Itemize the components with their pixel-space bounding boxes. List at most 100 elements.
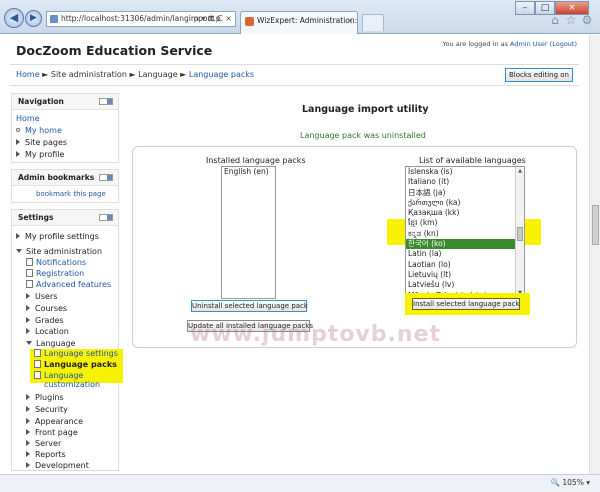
- nav-my-home[interactable]: My home: [16, 126, 62, 135]
- settings-my-profile[interactable]: My profile settings: [16, 232, 99, 241]
- available-language-option[interactable]: Laotian (lo): [406, 260, 524, 270]
- available-language-option[interactable]: ქართული (ka): [406, 198, 524, 208]
- tab-close-icon[interactable]: ×: [347, 12, 353, 30]
- settings-appearance[interactable]: Appearance: [26, 417, 83, 426]
- expand-arrow-icon: [26, 305, 30, 311]
- nav-home-link[interactable]: Home: [16, 114, 40, 123]
- available-language-option[interactable]: Lietuvių (lt): [406, 270, 524, 280]
- login-prefix: You are logged in as: [442, 40, 508, 48]
- settings-courses[interactable]: Courses: [26, 304, 67, 313]
- address-bar[interactable]: http://localhost:31306/admin/langimport.…: [46, 11, 236, 27]
- user-name-link[interactable]: Admin User: [510, 40, 548, 48]
- expand-arrow-icon: [26, 429, 30, 435]
- breadcrumb-separator: ►: [180, 70, 187, 79]
- page-scroll-thumb[interactable]: [592, 205, 599, 245]
- block-dock-icon[interactable]: [99, 174, 113, 181]
- available-language-option[interactable]: Қазақша (kk): [406, 208, 524, 218]
- settings-users[interactable]: Users: [26, 292, 57, 301]
- expand-arrow-icon: [16, 139, 20, 145]
- available-language-option[interactable]: Italiano (it): [406, 177, 524, 187]
- minimize-button[interactable]: –: [515, 1, 535, 15]
- settings-language[interactable]: Language: [26, 339, 75, 348]
- expand-arrow-icon: [16, 233, 20, 239]
- scroll-thumb[interactable]: [517, 227, 523, 241]
- settings-language-packs[interactable]: Language packs: [34, 360, 117, 369]
- logout-link[interactable]: (Logout): [550, 40, 577, 48]
- settings-language-customization[interactable]: Language customization: [34, 371, 100, 389]
- settings-location[interactable]: Location: [26, 327, 69, 336]
- settings-users-label: Users: [35, 292, 58, 301]
- document-icon: [26, 280, 33, 288]
- breadcrumb-site-admin[interactable]: Site administration: [51, 70, 127, 79]
- navigation-block-title: Navigation: [18, 97, 64, 106]
- address-tools[interactable]: ρ ▾ ⊠ C ×: [194, 12, 232, 26]
- page-icon: [50, 15, 58, 23]
- available-language-option[interactable]: Latviešu (lv): [406, 280, 524, 290]
- settings-block-header: Settings: [12, 210, 118, 226]
- breadcrumb-language[interactable]: Language: [138, 70, 177, 79]
- settings-development-label: Development: [35, 461, 89, 470]
- available-language-option[interactable]: ಕನ್ನಡ (kn): [406, 229, 524, 239]
- breadcrumb-current[interactable]: Language packs: [189, 70, 254, 79]
- settings-registration[interactable]: Registration: [26, 269, 84, 278]
- available-language-option[interactable]: ខ្មែរ (km): [406, 218, 524, 228]
- document-icon: [26, 258, 33, 266]
- settings-language-customization-label-1: Language: [44, 371, 84, 380]
- install-button[interactable]: Install selected language pack: [412, 298, 520, 310]
- navigation-block: Navigation Home My home Site pages My pr…: [11, 93, 119, 163]
- settings-site-admin[interactable]: Site administration: [16, 247, 102, 256]
- settings-front-page[interactable]: Front page: [26, 428, 78, 437]
- settings-language-settings[interactable]: Language settings: [34, 349, 118, 358]
- back-arrow-icon[interactable]: ◀: [4, 8, 24, 28]
- list-scrollbar[interactable]: ▲ ▼: [515, 167, 524, 298]
- settings-server[interactable]: Server: [26, 439, 61, 448]
- block-dock-icon[interactable]: [99, 98, 113, 105]
- settings-notifications-label: Notifications: [36, 258, 87, 267]
- block-dock-icon[interactable]: [99, 214, 113, 221]
- available-language-option[interactable]: Íslenska (is): [406, 167, 524, 177]
- installed-packs-label: Installed language packs: [206, 156, 306, 165]
- breadcrumb-separator: ►: [42, 70, 49, 79]
- uninstall-button[interactable]: Uninstall selected language pack: [191, 300, 308, 312]
- settings-security-label: Security: [35, 405, 68, 414]
- settings-courses-label: Courses: [35, 304, 68, 313]
- settings-security[interactable]: Security: [26, 405, 68, 414]
- bookmark-this-page-link[interactable]: bookmark this page: [36, 190, 106, 198]
- blocks-editing-button[interactable]: Blocks editing on: [504, 68, 573, 82]
- installed-pack-option[interactable]: English (en): [222, 167, 275, 177]
- installed-packs-options: English (en): [222, 167, 275, 177]
- favorites-star-icon[interactable]: ☆: [564, 13, 578, 27]
- navigation-block-header: Navigation: [12, 94, 118, 110]
- settings-notifications[interactable]: Notifications: [26, 258, 86, 267]
- available-language-option[interactable]: 한국어 (ko): [406, 239, 524, 250]
- scroll-up-icon[interactable]: ▲: [517, 168, 523, 175]
- settings-development[interactable]: Development: [26, 461, 89, 470]
- zoom-level[interactable]: 🔍 105% ▾: [551, 478, 590, 487]
- settings-advanced-features[interactable]: Advanced features: [26, 280, 111, 289]
- browser-tab[interactable]: WizExpert: Administration: ... ×: [240, 11, 358, 34]
- navbar: Home ► Site administration ► Language ► …: [10, 64, 579, 86]
- nav-site-pages[interactable]: Site pages: [16, 138, 67, 147]
- gear-icon[interactable]: ⚙: [580, 13, 594, 27]
- home-icon[interactable]: ⌂: [548, 13, 562, 27]
- admin-bookmarks-title: Admin bookmarks: [18, 173, 95, 182]
- installed-packs-list[interactable]: English (en): [221, 166, 276, 299]
- settings-grades-label: Grades: [35, 316, 64, 325]
- available-languages-list[interactable]: Íslenska (is) Italiano (it) 日本語 (ja) ქართულ…: [405, 166, 525, 299]
- nav-site-pages-label: Site pages: [25, 138, 68, 147]
- settings-server-label: Server: [35, 439, 62, 448]
- settings-plugins[interactable]: Plugins: [26, 393, 64, 402]
- collapse-arrow-icon: [16, 249, 22, 253]
- nav-my-profile[interactable]: My profile: [16, 150, 64, 159]
- settings-reports[interactable]: Reports: [26, 450, 66, 459]
- settings-my-profile-label: My profile settings: [25, 232, 99, 241]
- available-language-option[interactable]: Latin (la): [406, 249, 524, 259]
- new-tab-button[interactable]: [362, 14, 384, 31]
- settings-grades[interactable]: Grades: [26, 316, 64, 325]
- settings-block-title: Settings: [18, 213, 54, 222]
- page-scrollbar[interactable]: [589, 35, 600, 474]
- forward-arrow-icon[interactable]: ▶: [25, 10, 42, 27]
- available-language-option[interactable]: 日本語 (ja): [406, 188, 524, 198]
- breadcrumb-home[interactable]: Home: [16, 70, 40, 79]
- admin-bookmarks-block: Admin bookmarks bookmark this page: [11, 169, 119, 203]
